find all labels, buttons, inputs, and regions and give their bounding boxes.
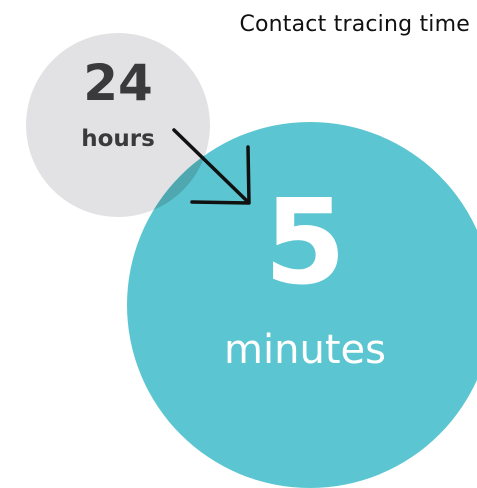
comparison-graphic: Contact tracing time 24 hours 5 minutes: [0, 0, 477, 488]
arrow-down-right-icon: [172, 128, 251, 205]
